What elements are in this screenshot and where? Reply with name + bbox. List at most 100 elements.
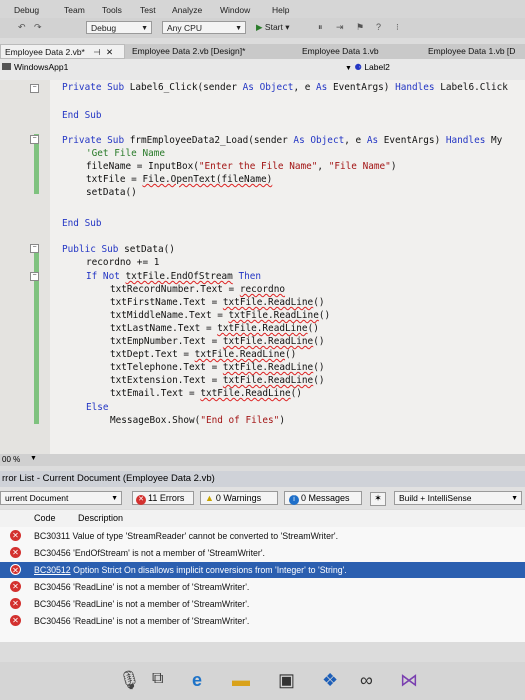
comment-icon[interactable]: ⁝: [396, 22, 399, 33]
scope-dropdown[interactable]: urrent Document ▼: [0, 491, 122, 505]
column-description[interactable]: Description: [78, 510, 123, 527]
document-tabs: Employee Data 2.vb* ⊣ ✕ Employee Data 2.…: [0, 44, 525, 59]
code-line[interactable]: txtExtension.Text = txtFile.ReadLine(): [110, 375, 325, 386]
infinity-app-icon[interactable]: ∞: [360, 670, 373, 691]
code-line[interactable]: txtMiddleName.Text = txtFile.ReadLine(): [110, 310, 330, 321]
microphone-icon[interactable]: 🎙: [118, 670, 141, 691]
dropbox-icon[interactable]: ❖: [322, 670, 338, 691]
error-code-link[interactable]: BC30512: [34, 565, 71, 575]
code-line[interactable]: Else: [86, 402, 109, 413]
close-icon[interactable]: ✕: [106, 47, 113, 57]
platform-combo[interactable]: Any CPU ▼: [162, 21, 246, 34]
help-icon[interactable]: ?: [376, 22, 381, 32]
error-code: BC30456: [34, 599, 71, 609]
error-row[interactable]: ✕ BC30456 'ReadLine' is not a member of …: [0, 596, 525, 612]
undo-icon[interactable]: ↶: [18, 22, 26, 33]
store-icon[interactable]: ▣: [278, 670, 295, 691]
menu-help[interactable]: Help: [272, 5, 289, 15]
error-row[interactable]: ✕ BC30456 'ReadLine' is not a member of …: [0, 579, 525, 595]
breakpoint-icon[interactable]: ⏸: [318, 22, 323, 33]
code-line[interactable]: txtFirstName.Text = txtFile.ReadLine(): [110, 297, 325, 308]
error-description: Value of type 'StreamReader' cannot be c…: [72, 531, 339, 541]
error-list-toolbar: urrent Document ▼ ✕ 11 Errors ▲ 0 Warnings…: [0, 487, 525, 509]
member-dropdown[interactable]: ▼ ⚈ Label2: [345, 62, 515, 72]
error-row[interactable]: ✕ BC30311 Value of type 'StreamReader' c…: [0, 528, 525, 544]
code-line[interactable]: txtEmail.Text = txtFile.ReadLine(): [110, 388, 302, 399]
error-icon: ✕: [10, 564, 21, 575]
play-icon: ▶: [256, 22, 263, 32]
tab-employee-data-1-vb[interactable]: Employee Data 1.vb: [298, 44, 408, 59]
menu-analyze[interactable]: Analyze: [172, 5, 202, 15]
build-filter-dropdown[interactable]: Build + IntelliSense ▼: [394, 491, 522, 505]
file-explorer-icon[interactable]: ▬: [232, 670, 250, 691]
vb-project-icon: [2, 63, 11, 70]
visual-studio-icon[interactable]: ⋈: [400, 670, 418, 691]
code-line[interactable]: txtFile = File.OpenText(fileName): [86, 174, 272, 185]
error-icon: ✕: [10, 581, 21, 592]
edge-browser-icon[interactable]: e: [192, 670, 202, 691]
filter-icon[interactable]: ✶: [370, 492, 386, 506]
start-button[interactable]: ▶ Start ▾: [256, 22, 290, 33]
code-line[interactable]: MessageBox.Show("End of Files"): [110, 415, 285, 426]
code-line[interactable]: recordno += 1: [86, 257, 159, 268]
code-line[interactable]: Private Sub frmEmployeeData2_Load(sender…: [62, 135, 502, 146]
menu-window[interactable]: Window: [220, 5, 250, 15]
menu-tools[interactable]: Tools: [102, 5, 122, 15]
error-description: 'EndOfStream' is not a member of 'Stream…: [73, 548, 265, 558]
step-icon[interactable]: ⇥: [336, 22, 344, 33]
chevron-down-icon[interactable]: ▼: [30, 455, 37, 462]
error-description: 'ReadLine' is not a member of 'StreamWri…: [73, 582, 250, 592]
code-line[interactable]: If Not txtFile.EndOfStream Then: [86, 271, 261, 282]
code-line[interactable]: txtEmpNumber.Text = txtFile.ReadLine(): [110, 336, 325, 347]
tab-employee-data-2-design[interactable]: Employee Data 2.vb [Design]*: [128, 44, 290, 59]
code-line[interactable]: txtLastName.Text = txtFile.ReadLine(): [110, 323, 319, 334]
collapse-icon[interactable]: −: [30, 272, 39, 281]
warnings-filter-button[interactable]: ▲ 0 Warnings: [200, 491, 278, 505]
code-line[interactable]: Private Sub Label6_Click(sender As Objec…: [62, 82, 508, 93]
code-line[interactable]: End Sub: [62, 218, 102, 229]
menu-team[interactable]: Team: [64, 5, 85, 15]
code-line[interactable]: fileName = InputBox("Enter the File Name…: [86, 161, 396, 172]
code-line[interactable]: Public Sub setData(): [62, 244, 175, 255]
navigation-bar: WindowsApp1 ▼ ⚈ Label2: [0, 59, 525, 81]
error-list-header: Code Description: [0, 510, 525, 527]
task-view-icon[interactable]: ⧉: [152, 670, 163, 688]
code-comment[interactable]: 'Get File Name: [86, 148, 165, 159]
error-code: BC30456: [34, 548, 71, 558]
collapse-icon[interactable]: −: [30, 244, 39, 253]
error-icon: ✕: [10, 530, 21, 541]
redo-icon[interactable]: ↷: [34, 22, 42, 33]
chevron-down-icon: ▼: [235, 25, 242, 32]
warning-icon: ▲: [205, 493, 214, 503]
errors-filter-button[interactable]: ✕ 11 Errors: [132, 491, 194, 505]
code-line[interactable]: txtTelephone.Text = txtFile.ReadLine(): [110, 362, 325, 373]
error-code: BC30456: [34, 582, 71, 592]
error-description: 'ReadLine' is not a member of 'StreamWri…: [73, 599, 250, 609]
messages-filter-button[interactable]: i0 Messages: [284, 491, 362, 505]
code-line[interactable]: setData(): [86, 187, 137, 198]
collapse-icon[interactable]: −: [30, 84, 39, 93]
config-value: Debug: [91, 23, 117, 33]
error-row[interactable]: ✕ BC30456 'EndOfStream' is not a member …: [0, 545, 525, 561]
errors-count: 11 Errors: [148, 493, 185, 503]
code-line[interactable]: txtRecordNumber.Text = recordno: [110, 284, 285, 295]
error-row-selected[interactable]: ✕ BC30512 Option Strict On disallows imp…: [0, 562, 525, 578]
tab-label: Employee Data 1.vb: [302, 46, 379, 56]
warnings-count: 0 Warnings: [215, 493, 262, 503]
error-row[interactable]: ✕ BC30456 'ReadLine' is not a member of …: [0, 613, 525, 629]
menu-test[interactable]: Test: [140, 5, 156, 15]
start-label: Start: [264, 22, 283, 32]
collapse-icon[interactable]: −: [30, 135, 39, 144]
code-line[interactable]: End Sub: [62, 110, 102, 121]
bookmark-icon[interactable]: ⚑: [356, 22, 364, 33]
project-dropdown[interactable]: WindowsApp1: [2, 62, 202, 72]
column-code[interactable]: Code: [34, 510, 56, 527]
menu-debug[interactable]: Debug: [14, 5, 39, 15]
code-line[interactable]: txtDept.Text = txtFile.ReadLine(): [110, 349, 296, 360]
toolbar: ↶ ↷ Debug ▼ Any CPU ▼ ▶ Start ▾ ⏸ ⇥ ⚑ ? …: [0, 18, 525, 38]
tab-employee-data-1-design[interactable]: Employee Data 1.vb [D: [424, 44, 525, 59]
tab-employee-data-2-vb[interactable]: Employee Data 2.vb* ⊣ ✕: [0, 44, 125, 59]
zoom-level[interactable]: 00 %: [2, 455, 20, 464]
pin-icon[interactable]: ⊣: [93, 47, 100, 57]
config-combo[interactable]: Debug ▼: [86, 21, 152, 34]
